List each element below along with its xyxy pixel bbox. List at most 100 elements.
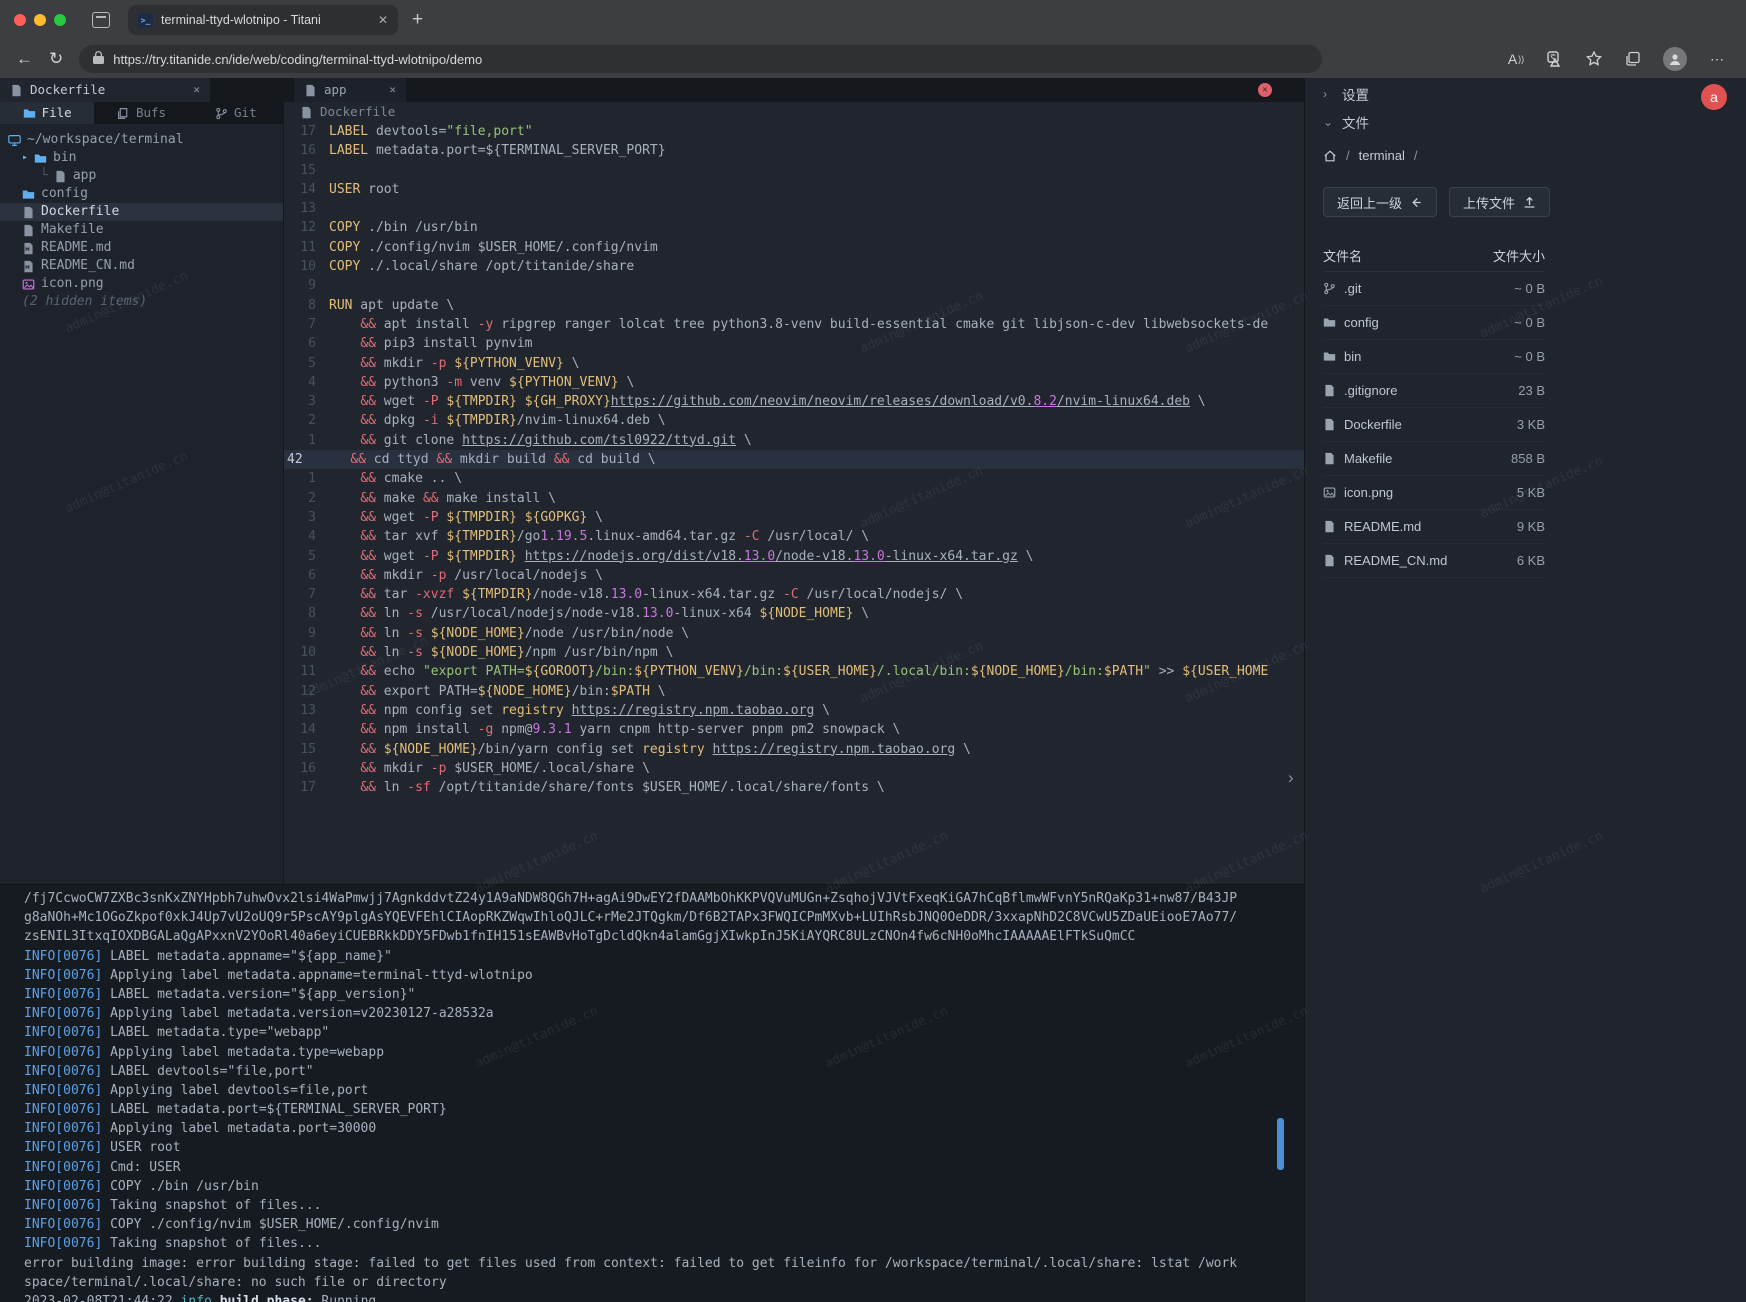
code-line[interactable]: 8 && ln -s /usr/local/nodejs/node-v18.13… [284,604,1304,623]
tree-item-makefile[interactable]: Makefile [0,221,283,239]
tree-item-icon-png[interactable]: icon.png [0,275,283,293]
terminal-scrollbar-thumb[interactable] [1277,1118,1284,1170]
code-line[interactable]: 12COPY ./bin /usr/bin [284,218,1304,237]
code-line[interactable]: 4 && tar xvf ${TMPDIR}/go1.19.5.linux-am… [284,527,1304,546]
file-row-readme-cn-md[interactable]: README_CN.md6 KB [1323,544,1545,578]
file-icon [1323,554,1336,567]
panel-collapse-chevron-icon[interactable]: › [1288,768,1294,788]
code-line[interactable]: 2 && dpkg -i ${TMPDIR}/nvim-linux64.deb … [284,411,1304,430]
code-line[interactable]: 10COPY ./.local/share /opt/titanide/shar… [284,257,1304,276]
code-line[interactable]: 13 && npm config set registry https://re… [284,701,1304,720]
code-line[interactable]: 11COPY ./config/nvim $USER_HOME/.config/… [284,238,1304,257]
close-buffer-icon[interactable]: ✕ [193,78,200,102]
text-segment: -C [744,529,760,544]
code-line[interactable]: 1 && cmake .. \ [284,469,1304,488]
code-line[interactable]: 11 && echo "export PATH=${GOROOT}/bin:${… [284,662,1304,681]
code-line[interactable]: 3 && wget -P ${TMPDIR} ${GH_PROXY}https:… [284,392,1304,411]
code-line[interactable]: 2 && make && make install \ [284,489,1304,508]
tab-file[interactable]: File [0,102,94,124]
file-row-dockerfile[interactable]: Dockerfile3 KB [1323,408,1545,442]
code-line[interactable]: 4 && python3 -m venv ${PYTHON_VENV} \ [284,373,1304,392]
address-bar[interactable]: https://try.titanide.cn/ide/web/coding/t… [79,45,1322,73]
minimize-window-button[interactable] [34,14,46,26]
settings-section[interactable]: › 设置 [1305,80,1746,108]
close-buffer-icon[interactable]: ✕ [389,78,396,102]
tab-overview-icon[interactable] [92,12,110,28]
file-row-makefile[interactable]: Makefile858 B [1323,442,1545,476]
code-line[interactable]: 12 && export PATH=${NODE_HOME}/bin:$PATH… [284,682,1304,701]
code-line[interactable]: 10 && ln -s ${NODE_HOME}/npm /usr/bin/np… [284,643,1304,662]
file-row--git[interactable]: .git~ 0 B [1323,272,1545,306]
code-line[interactable]: 16 && mkdir -p $USER_HOME/.local/share \ [284,759,1304,778]
expand-arrow-icon[interactable]: ▸ [22,149,28,167]
home-icon[interactable] [1323,149,1337,163]
folder-icon [1323,316,1336,329]
buffer-tab-app[interactable]: app ✕ [294,78,406,102]
read-aloud-icon[interactable]: A)) [1507,50,1525,68]
code-line[interactable]: 5 && wget -P ${TMPDIR} https://nodejs.or… [284,547,1304,566]
reload-button[interactable]: ↻ [49,49,63,69]
upload-file-button[interactable]: 上传文件 [1449,187,1550,217]
zoom-window-button[interactable] [54,14,66,26]
browser-tab[interactable]: >_ terminal-ttyd-wlotnipo - Titani ✕ [128,5,398,35]
file-row-icon-png[interactable]: icon.png5 KB [1323,476,1545,510]
code-line[interactable]: 1 && git clone https://github.com/tsl092… [284,431,1304,450]
code-line[interactable]: 6 && mkdir -p /usr/local/nodejs \ [284,566,1304,585]
code-line[interactable]: 3 && wget -P ${TMPDIR} ${GOPKG} \ [284,508,1304,527]
code-line[interactable]: 8RUN apt update \ [284,296,1304,315]
user-avatar[interactable]: a [1701,84,1727,110]
tree-item-readme-cn-md[interactable]: README_CN.md [0,257,283,275]
file-row-config[interactable]: config~ 0 B [1323,306,1545,340]
code-line[interactable]: 17LABEL devtools="file,port" [284,122,1304,141]
terminal-line: INFO[0076] LABEL metadata.type="webapp" [0,1023,1304,1042]
buffer-tab-dockerfile[interactable]: Dockerfile ✕ [0,78,210,102]
new-tab-button[interactable]: + [412,9,423,31]
code-line[interactable]: 42 && cd ttyd && mkdir build && cd build… [284,450,1304,469]
browser-profile-avatar[interactable] [1663,47,1687,71]
code-line[interactable]: 5 && mkdir -p ${PYTHON_VENV} \ [284,354,1304,373]
code-line[interactable]: 6 && pip3 install pynvim [284,334,1304,353]
line-number: 14 [284,720,329,739]
text-segment [329,549,360,564]
code-line[interactable]: 14USER root [284,180,1304,199]
tab-git[interactable]: Git [189,102,283,124]
code-line[interactable]: 7 && apt install -y ripgrep ranger lolca… [284,315,1304,334]
tree-item--workspace-terminal[interactable]: ~/workspace/terminal [0,131,283,149]
go-up-button[interactable]: 返回上一级 [1323,187,1437,217]
code-line[interactable]: 13 [284,199,1304,218]
collections-icon[interactable] [1624,50,1642,68]
code-line[interactable]: 15 [284,161,1304,180]
code-line[interactable]: 9 [284,276,1304,295]
code-line[interactable]: 9 && ln -s ${NODE_HOME}/node /usr/bin/no… [284,624,1304,643]
breadcrumb-dir[interactable]: terminal [1359,148,1405,163]
code-line[interactable]: 15 && ${NODE_HOME}/bin/yarn config set r… [284,740,1304,759]
code-line[interactable]: 16LABEL metadata.port=${TERMINAL_SERVER_… [284,141,1304,160]
code-line[interactable]: 7 && tar -xvzf ${TMPDIR}/node-v18.13.0-l… [284,585,1304,604]
tree-item--2-hidden-items-[interactable]: (2 hidden items) [0,293,283,311]
tree-item-config[interactable]: config [0,185,283,203]
text-segment: LABEL [329,143,368,158]
tab-bufs[interactable]: Bufs [94,102,188,124]
tree-item-dockerfile[interactable]: Dockerfile [0,203,283,221]
favorites-icon[interactable] [1585,50,1603,68]
tree-item-app[interactable]: └app [0,167,283,185]
code-line[interactable]: 17 && ln -sf /opt/titanide/share/fonts $… [284,778,1304,797]
terminal-panel[interactable]: /fj7CcwoCW7ZXBc3snKxZNYHpbh7uhwOvx2lsi4W… [0,884,1304,1302]
text-segment: && [360,780,376,795]
file-row-readme-md[interactable]: README.md9 KB [1323,510,1545,544]
close-all-button[interactable]: ✕ [1258,83,1272,97]
tab-close-icon[interactable]: ✕ [378,13,388,27]
code-line[interactable]: 14 && npm install -g npm@9.3.1 yarn cnpm… [284,720,1304,739]
close-window-button[interactable] [14,14,26,26]
file-row-bin[interactable]: bin~ 0 B [1323,340,1545,374]
tree-item-bin[interactable]: ▸bin [0,149,283,167]
files-section[interactable]: ⌄ 文件 [1305,108,1746,136]
text-segment: USER root [102,1140,180,1155]
file-row--gitignore[interactable]: .gitignore23 B [1323,374,1545,408]
more-menu-icon[interactable]: ⋯ [1708,50,1726,68]
translate-icon[interactable] [1546,50,1564,68]
back-button[interactable]: ← [16,49,33,69]
tree-item-readme-md[interactable]: README.md [0,239,283,257]
code-editor[interactable]: Dockerfile 17LABEL devtools="file,port"1… [284,102,1304,884]
file-name: bin [1344,349,1361,364]
